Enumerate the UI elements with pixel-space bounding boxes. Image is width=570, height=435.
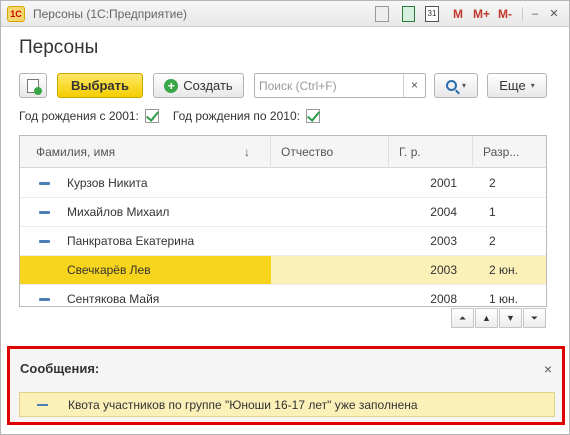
chevron-down-icon: ▾ (461, 81, 466, 90)
cell-patronymic (271, 198, 389, 226)
select-button-label: Выбрать (70, 78, 130, 93)
window-title: Персоны (1С:Предприятие) (33, 7, 187, 21)
calendar-icon[interactable]: 31 (425, 6, 439, 22)
cell-year: 2003 (430, 234, 457, 248)
minimize-button[interactable]: – (527, 6, 543, 22)
table-row[interactable]: Сентякова Майя 2008 1 юн. (20, 285, 546, 306)
document-add-icon (27, 78, 42, 95)
select-button[interactable]: Выбрать (57, 73, 143, 98)
column-header-year[interactable]: Г. р. (389, 136, 473, 168)
message-text: Квота участников по группе "Юноши 16-17 … (68, 398, 418, 412)
document-icon[interactable] (375, 6, 389, 22)
memory-minus-button[interactable]: M- (498, 7, 512, 21)
cell-name: Сентякова Майя (67, 292, 160, 306)
create-button-label: Создать (183, 78, 233, 93)
cell-rank: 2 (489, 176, 496, 190)
messages-title: Сообщения: (20, 361, 100, 376)
messages-close-button[interactable]: × (544, 361, 552, 377)
table-row[interactable]: Свечкарёв Лев 2003 2 юн. (20, 256, 546, 285)
cell-rank: 1 (489, 205, 496, 219)
persons-table: Фамилия, имя ↓ Отчество Г. р. Разр... Ку… (19, 135, 547, 307)
cell-year: 2008 (430, 292, 457, 306)
cell-year: 2003 (430, 263, 457, 277)
memory-plus-button[interactable]: M+ (473, 7, 490, 21)
create-button[interactable]: + Создать (153, 73, 244, 98)
scroll-up-button[interactable]: ▲ (475, 308, 498, 328)
separator (522, 7, 523, 21)
cell-rank: 2 (489, 234, 496, 248)
table-row[interactable]: Панкратова Екатерина 2003 2 (20, 227, 546, 256)
scroll-down-button[interactable]: ▼ (499, 308, 522, 328)
filter-from-checkbox[interactable] (144, 109, 159, 123)
filter-to-label: Год рождения по 2010: (172, 109, 300, 123)
more-button[interactable]: Еще ▾ (487, 73, 547, 98)
filter-to-checkbox[interactable] (305, 109, 320, 123)
search-icon (445, 80, 457, 91)
cell-year: 2004 (430, 205, 457, 219)
more-button-label: Еще (499, 78, 526, 93)
calculator-icon[interactable] (402, 6, 415, 22)
sort-arrow-icon: ↓ (244, 145, 250, 159)
cell-year: 2001 (430, 176, 457, 190)
cell-name: Свечкарёв Лев (20, 256, 271, 284)
search-clear-button[interactable]: × (403, 74, 425, 97)
table-row[interactable]: Курзов Никита 2001 2 (20, 169, 546, 198)
column-header-name[interactable]: Фамилия, имя ↓ (20, 136, 271, 168)
close-window-button[interactable]: ✕ (546, 6, 562, 22)
cell-patronymic (271, 285, 389, 306)
message-icon (37, 404, 48, 406)
cell-name: Михайлов Михаил (67, 205, 170, 219)
chevron-down-icon: ▾ (530, 81, 535, 90)
message-item[interactable]: Квота участников по группе "Юноши 16-17 … (19, 392, 555, 417)
filter-from-label: Год рождения с 2001: (19, 109, 139, 123)
cell-patronymic (271, 256, 389, 284)
memory-m-button[interactable]: M (453, 7, 463, 21)
cell-rank: 1 юн. (489, 292, 518, 306)
column-header-rank[interactable]: Разр... (473, 136, 546, 168)
create-by-copy-button[interactable] (19, 73, 47, 98)
search-box: × (254, 73, 426, 98)
table-header: Фамилия, имя ↓ Отчество Г. р. Разр... (20, 136, 546, 168)
find-button[interactable]: ▾ (434, 73, 478, 98)
page-title: Персоны (19, 37, 99, 58)
table-row[interactable]: Михайлов Михаил 2004 1 (20, 198, 546, 227)
cell-patronymic (271, 227, 389, 255)
cell-patronymic (271, 169, 389, 197)
plus-icon: + (164, 78, 179, 93)
cell-rank: 2 юн. (489, 263, 518, 277)
title-bar: 1С Персоны (1С:Предприятие) 31 M M+ M- –… (1, 1, 569, 27)
cell-name: Курзов Никита (67, 176, 148, 190)
messages-panel: Сообщения: × Квота участников по группе … (7, 346, 565, 425)
app-logo-icon: 1С (7, 6, 25, 22)
column-header-patronymic[interactable]: Отчество (271, 136, 389, 168)
search-input[interactable] (259, 77, 399, 94)
filters: Год рождения с 2001: Год рождения по 201… (19, 109, 320, 123)
window: 1С Персоны (1С:Предприятие) 31 M M+ M- –… (0, 0, 570, 435)
scroll-to-top-button[interactable]: ⏶ (451, 308, 474, 328)
cell-name: Панкратова Екатерина (67, 234, 195, 248)
scroll-to-bottom-button[interactable]: ⏷ (523, 308, 546, 328)
